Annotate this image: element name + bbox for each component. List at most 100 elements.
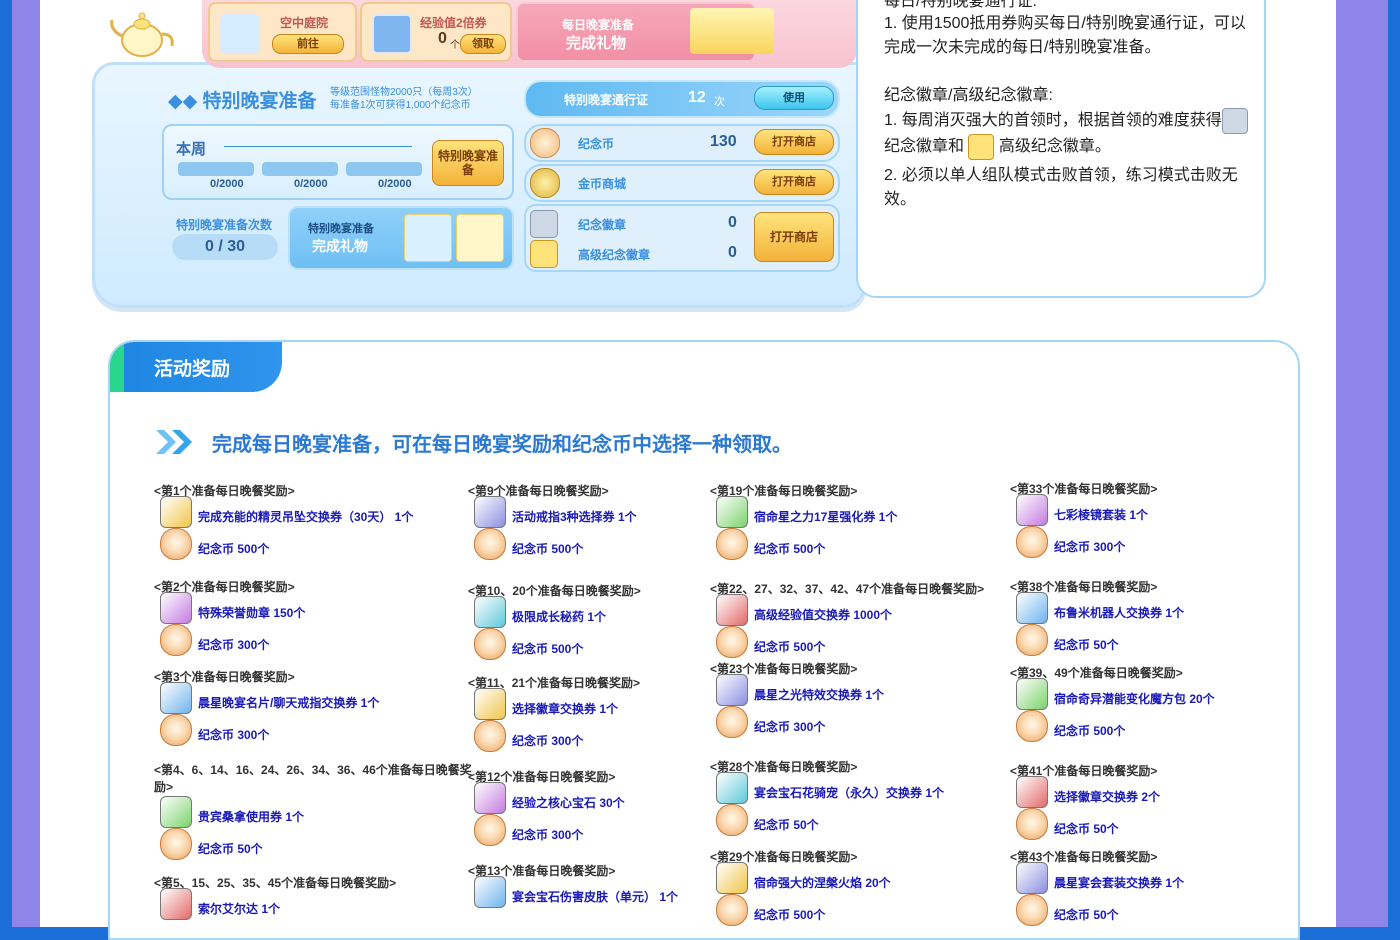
gift-scepter-icon [690,8,774,54]
pass-use-button[interactable]: 使用 [754,86,834,110]
reward-item-icon [716,772,748,804]
reward-item-label: 纪念币 300个 [1054,540,1126,554]
medal-shop-button[interactable]: 打开商店 [754,212,834,262]
reward-item-label: 纪念币 500个 [512,642,584,656]
reward-item-label: 纪念币 500个 [1054,724,1126,738]
reward-item-label: 纪念币 50个 [1054,638,1119,652]
coin-icon [716,626,748,658]
progress-bar-1 [178,162,254,176]
reward-group: <第33个准备每日晚餐奖励> 七彩棱镜套装 1个 纪念币 300个 [1010,480,1157,558]
reward-item-label: 纪念币 500个 [198,542,270,556]
reward-item-icon [474,782,506,814]
subtitle-line1: 等级范围怪物2000只（每周3次） [330,87,478,98]
coin-icon [1016,526,1048,558]
rewards-section: 活动奖励 完成每日晚宴准备，可在每日晚宴奖励和纪念币中选择一种领取。 <第1个准… [108,340,1300,940]
reward-group: <第10、20个准备每日晚餐奖励> 极限成长秘药 1个 纪念币 500个 [468,582,641,660]
coin-icon [160,528,192,560]
reward-item-label: 布鲁米机器人交换券 1个 [1054,606,1185,620]
reward-item-icon [1016,494,1048,526]
reward-item: 纪念币 300个 [160,714,460,746]
reward-item: 纪念币 50个 [1016,808,1298,840]
exp-coupon-card: 经验值2倍券 0 个 领取 [360,2,512,62]
reward-item-label: 晨星之光特效交换券 1个 [754,688,885,702]
dinner-event-panel: 空中庭院 前往 经验值2倍券 0 个 领取 每日晚宴准备 完成礼物 ◆◆ 特别晚… [92,0,866,308]
coin-value: 130 [710,133,737,150]
reward-group: <第43个准备每日晚餐奖励> 晨星宴会套装交换券 1个 纪念币 50个 [1010,848,1184,926]
reward-item-label: 完成充能的精灵吊坠交换券（30天） 1个 [198,510,414,524]
daily-gift-card[interactable]: 每日晚宴准备 完成礼物 [516,2,774,62]
reward-item-icon [160,682,192,714]
daily-gift-line1: 每日晚宴准备 [562,18,635,32]
high-medal-icon [530,240,558,268]
rewards-tab: 活动奖励 [110,342,282,392]
reward-item-label: 纪念币 50个 [754,818,819,832]
garden-icon [220,14,260,54]
progress-bar-3 [346,162,422,176]
reward-item: 晨星宴会套装交换券 1个 [1016,862,1298,894]
exp-coupon-label: 经验值2倍券 [420,16,487,30]
medal-value: 0 [728,214,737,231]
reward-group: <第19个准备每日晚餐奖励> 宿命星之力17星强化券 1个 纪念币 500个 [710,482,897,560]
coin-icon [160,714,192,746]
pass-unit: 次 [714,96,725,108]
reward-group-title: <第4、6、14、16、24、26、34、36、46个准备每日晚餐奖励> [154,763,472,794]
high-medal-value: 0 [728,244,737,261]
reward-item-icon [474,876,506,908]
reward-group: <第28个准备每日晚餐奖励> 宴会宝石花骑宠（永久）交换券 1个 纪念币 50个 [710,758,944,836]
reward-item-icon [160,888,192,920]
prepare-count-label: 特别晚宴准备次数 [176,218,273,232]
reward-item-label: 宴会宝石伤害皮肤（单元） 1个 [512,890,679,904]
gold-shop-button[interactable]: 打开商店 [754,169,834,195]
high-medal-mini-icon [968,134,995,160]
coin-icon [474,814,506,846]
subtitle-line2: 每准备1次可获得1,000个纪念币 [330,100,471,111]
reward-item-icon [474,688,506,720]
progress-value-3: 0/2000 [378,178,412,190]
gold-coin-icon [530,168,560,198]
reward-item: 宿命强大的涅槃火焰 20个 [716,862,1016,894]
reward-item: 纪念币 500个 [1016,710,1298,742]
reward-item: 纪念币 300个 [160,624,460,656]
reward-item: 高级经验值交换券 1000个 [716,594,1016,626]
reward-item: 晨星晚宴名片/聊天戒指交换券 1个 [160,682,460,714]
reward-item: 布鲁米机器人交换券 1个 [1016,592,1298,624]
reward-group: <第22、27、32、37、42、47个准备每日晚餐奖励> 高级经验值交换券 10… [710,580,984,658]
reward-group: <第2个准备每日晚餐奖励> 特殊荣誉勋章 150个 纪念币 300个 [154,578,305,656]
rewards-tab-label: 活动奖励 [154,359,231,380]
reward-item-icon [160,796,192,828]
reward-item: 晨星之光特效交换券 1个 [716,674,1016,706]
reward-item: 选择徽章交换券 2个 [1016,776,1298,808]
reward-item: 七彩棱镜套装 1个 [1016,494,1298,526]
reward-item-label: 纪念币 500个 [754,542,826,556]
reward-item-label: 晨星晚宴名片/聊天戒指交换券 1个 [198,696,380,710]
exp-coupon-unit: 个 [450,40,460,51]
reward-item-icon [716,594,748,626]
exp-claim-button[interactable]: 领取 [460,34,506,54]
reward-group: <第39、49个准备每日晚餐奖励> 宿命奇异潜能变化魔方包 20个 纪念币 500个 [1010,664,1215,742]
reward-item-label: 经验之核心宝石 30个 [512,796,625,810]
special-dinner-prepare-button[interactable]: 特别晚宴准备 [432,140,504,186]
reward-item-label: 纪念币 300个 [198,638,270,652]
reward-group: <第1个准备每日晚餐奖励> 完成充能的精灵吊坠交换券（30天） 1个 纪念币 500… [154,482,413,560]
reward-item-label: 纪念币 500个 [754,908,826,922]
coin-shop-button[interactable]: 打开商店 [754,129,834,155]
coin-icon [1016,808,1048,840]
reward-item: 纪念币 500个 [716,528,1016,560]
pass-label: 特别晚宴通行证 [564,93,649,107]
reward-item-label: 纪念币 50个 [1054,908,1119,922]
medal-mini-icon [1221,108,1248,134]
reward-item-icon [1016,592,1048,624]
reward-item: 纪念币 50个 [1016,624,1298,656]
garden-go-button[interactable]: 前往 [272,34,344,54]
reward-item: 纪念币 50个 [160,828,460,860]
garden-card: 空中庭院 前往 [208,2,357,62]
rewards-headline: 完成每日晚宴准备，可在每日晚宴奖励和纪念币中选择一种领取。 [212,434,792,456]
reward-item: 纪念币 500个 [716,894,1016,926]
coin-label: 纪念币 [578,137,615,151]
reward-item-icon [1016,862,1048,894]
reward-item: 宿命奇异潜能变化魔方包 20个 [1016,678,1298,710]
reward-group: <第13个准备每日晚餐奖励> 宴会宝石伤害皮肤（单元） 1个 [468,862,678,908]
coin-icon [1016,894,1048,926]
reward-item-label: 宴会宝石花骑宠（永久）交换券 1个 [754,786,945,800]
reward-item-label: 高级经验值交换券 1000个 [754,608,893,622]
